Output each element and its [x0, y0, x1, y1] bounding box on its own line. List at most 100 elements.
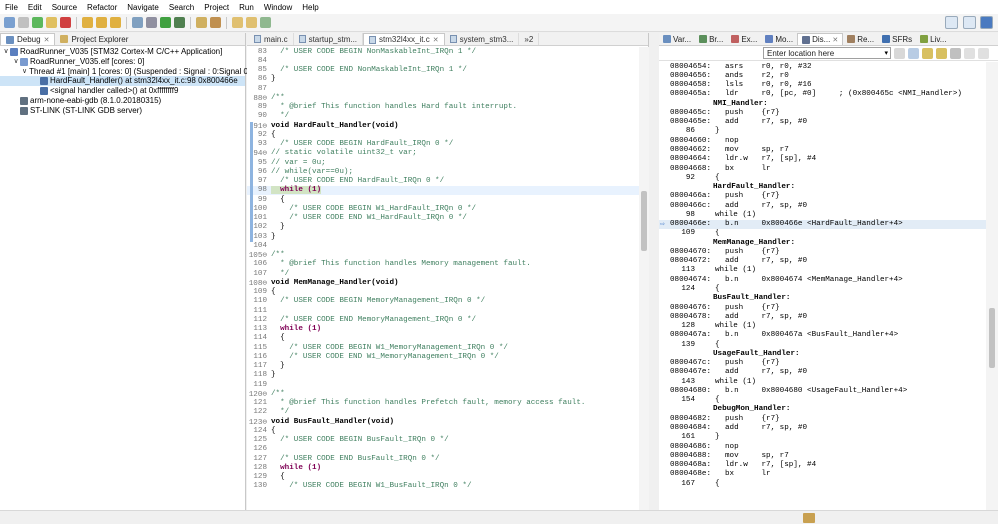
tree-item[interactable]: ∨ RoadRunner_V035 [STM32 Cortex-M C/C++ A… [0, 47, 245, 57]
line-number[interactable]: 90 [247, 112, 271, 120]
view-tab[interactable]: Re... [843, 33, 878, 45]
terminate-icon[interactable] [60, 17, 71, 28]
code-area[interactable]: 83 /* USER CODE BEGIN NonMaskableInt_IRQ… [247, 47, 639, 524]
line-number[interactable]: 108⊖ [247, 278, 271, 288]
close-icon[interactable]: ✕ [44, 36, 50, 44]
line-number[interactable]: 84 [247, 57, 271, 65]
line-number[interactable]: 129 [247, 473, 271, 481]
asm-address[interactable]: 08004668: [659, 165, 715, 173]
step-into-icon[interactable] [82, 17, 93, 28]
asm-address[interactable]: 0800467a: [659, 331, 715, 339]
debug-perspective-icon[interactable] [945, 16, 958, 29]
asm-address[interactable]: 0800468e: [659, 470, 715, 478]
asm-address[interactable]: 08004688: [659, 452, 715, 460]
open-perspective-icon[interactable] [260, 17, 271, 28]
editor-tab[interactable]: main.c [249, 33, 294, 45]
chevron-down-icon[interactable]: ▾ [884, 49, 890, 57]
line-number[interactable]: 124 [247, 427, 271, 435]
tab-overflow[interactable]: »2 [519, 33, 540, 45]
tree-item[interactable]: ∨ Thread #1 [main] 1 [cores: 0] (Suspende… [0, 67, 251, 77]
line-number[interactable]: 112 [247, 316, 271, 324]
line-number[interactable]: 89 [247, 103, 271, 111]
line-number[interactable]: 106 [247, 260, 271, 268]
source-line-number[interactable]: 109 [659, 229, 701, 237]
editor-scrollbar[interactable] [639, 47, 649, 524]
view-tab[interactable]: Mo... [761, 33, 797, 45]
status-icon[interactable] [803, 513, 815, 523]
source-line-number[interactable]: 86 [659, 127, 701, 135]
source-line-number[interactable]: 161 [659, 433, 701, 441]
debug-icon[interactable] [174, 17, 185, 28]
asm-address[interactable]: 0800466a: [659, 192, 715, 200]
scroll-thumb[interactable] [989, 308, 995, 368]
menu-edit[interactable]: Edit [23, 3, 47, 12]
source-line-number[interactable]: 98 [659, 211, 701, 219]
source-line-number[interactable]: 139 [659, 341, 701, 349]
menu-file[interactable]: File [0, 3, 23, 12]
twisty-icon[interactable]: ∨ [22, 67, 27, 77]
menu-navigate[interactable]: Navigate [122, 3, 164, 12]
asm-address[interactable]: 0800467e: [659, 368, 715, 376]
back-icon[interactable] [232, 17, 243, 28]
cpp-perspective-icon[interactable] [963, 16, 976, 29]
step-over-icon[interactable] [96, 17, 107, 28]
asm-address[interactable]: 08004658: [659, 81, 715, 89]
tree-item[interactable]: <signal handler called>() at 0xffffffff9 [0, 86, 245, 96]
menu-help[interactable]: Help [297, 3, 323, 12]
disassembly-scrollbar[interactable] [986, 62, 998, 524]
tab-project-explorer[interactable]: Project Explorer [55, 33, 133, 45]
search-icon[interactable] [210, 17, 221, 28]
location-input[interactable]: Enter location here ▾ [763, 47, 891, 59]
twisty-icon[interactable]: ∨ [2, 47, 10, 57]
skip-breakpoints-icon[interactable] [18, 17, 29, 28]
line-number[interactable]: 113 [247, 325, 271, 333]
line-number[interactable]: 85 [247, 66, 271, 74]
go-icon[interactable] [894, 47, 905, 59]
source-line-number[interactable]: 113 [659, 266, 701, 274]
twisty-icon[interactable]: ∨ [12, 57, 20, 67]
view-tab[interactable]: Br... [695, 33, 727, 45]
line-number[interactable]: 118 [247, 371, 271, 379]
asm-address[interactable]: 08004660: [659, 137, 715, 145]
source-line-number[interactable]: 167 [659, 480, 701, 488]
menu-project[interactable]: Project [199, 3, 234, 12]
asm-address[interactable]: 0800465c: [659, 109, 715, 117]
view-tab[interactable]: Ex... [727, 33, 761, 45]
line-number[interactable]: 86 [247, 75, 271, 83]
editor-tab[interactable]: system_stm3... [445, 33, 520, 45]
menu-refactor[interactable]: Refactor [82, 3, 122, 12]
view-tab[interactable]: SFRs [878, 33, 916, 45]
source-line-number[interactable]: 124 [659, 285, 701, 293]
view-tab[interactable]: Liv... [916, 33, 950, 45]
menu-window[interactable]: Window [259, 3, 297, 12]
line-number[interactable]: 127 [247, 455, 271, 463]
asm-address[interactable]: 0800467c: [659, 359, 715, 367]
asm-address[interactable]: 08004654: [659, 63, 715, 71]
line-number[interactable]: 110 [247, 297, 271, 305]
close-icon[interactable]: ✕ [433, 36, 439, 44]
line-number[interactable]: 117 [247, 362, 271, 370]
panel-divider[interactable] [650, 33, 659, 524]
asm-address[interactable]: 08004678: [659, 313, 715, 321]
resume-icon[interactable] [32, 17, 43, 28]
link-icon[interactable] [908, 47, 919, 59]
source-line-number[interactable]: 92 [659, 174, 701, 182]
menu-search[interactable]: Search [164, 3, 199, 12]
asm-address[interactable]: 08004662: [659, 146, 715, 154]
view-menu-icon[interactable] [950, 47, 961, 59]
asm-address[interactable]: 0800465e: [659, 118, 715, 126]
line-number[interactable]: 83 [247, 48, 271, 56]
new-icon[interactable] [196, 17, 207, 28]
line-number[interactable]: 115 [247, 344, 271, 352]
line-number[interactable]: 123⊖ [247, 417, 271, 427]
build-icon[interactable] [146, 17, 157, 28]
source-line-number[interactable]: 154 [659, 396, 701, 404]
asm-address[interactable]: 08004686: [659, 443, 715, 451]
scroll-thumb[interactable] [641, 191, 647, 251]
forward-icon[interactable] [246, 17, 257, 28]
tab-debug[interactable]: Debug ✕ [0, 33, 56, 45]
line-number[interactable]: 104 [247, 242, 271, 250]
line-number[interactable]: 130 [247, 482, 271, 490]
tree-item[interactable]: ∨ RoadRunner_V035.elf [cores: 0] [0, 57, 245, 67]
asm-address[interactable]: 08004674: [659, 276, 715, 284]
